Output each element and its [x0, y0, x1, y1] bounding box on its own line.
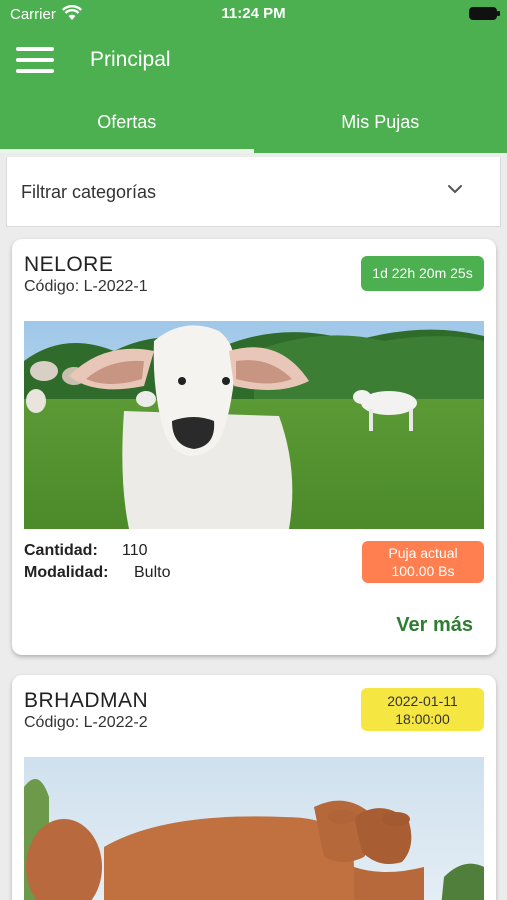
tab-bar: Ofertas Mis Pujas — [0, 92, 507, 153]
tab-mis-pujas[interactable]: Mis Pujas — [254, 92, 507, 153]
auction-time: 18:00:00 — [395, 711, 450, 727]
countdown-badge: 1d 22h 20m 25s — [361, 256, 484, 291]
current-bid-label: Puja actual — [388, 545, 458, 561]
offer-code: Código: L-2022-1 — [24, 278, 148, 295]
offer-name: BRHADMAN — [24, 689, 149, 712]
category-filter-select[interactable]: Filtrar categorías — [6, 157, 501, 227]
clock: 11:24 PM — [221, 5, 286, 22]
current-bid-badge: Puja actual 100.00 Bs — [362, 541, 484, 583]
chevron-down-icon — [448, 185, 462, 193]
auction-date: 2022-01-11 — [387, 693, 458, 709]
filter-label: Filtrar categorías — [21, 182, 157, 202]
status-bar: Carrier 11:24 PM — [0, 0, 507, 30]
offer-name: NELORE — [24, 253, 114, 276]
offer-code: Código: L-2022-2 — [24, 714, 148, 731]
offer-card[interactable]: BRHADMAN Código: L-2022-2 2022-01-11 18:… — [12, 675, 496, 900]
modality-row: Modalidad: Bulto — [24, 564, 170, 582]
quantity-value: 110 — [122, 542, 148, 559]
modality-value: Bulto — [134, 564, 171, 581]
modality-label: Modalidad: — [24, 564, 109, 581]
battery-icon — [469, 7, 500, 20]
hamburger-menu-icon[interactable] — [16, 47, 54, 73]
page-title: Principal — [90, 48, 171, 71]
quantity-row: Cantidad: 110 — [24, 542, 148, 560]
auction-date-badge: 2022-01-11 18:00:00 — [361, 688, 484, 731]
app-bar: Principal — [0, 30, 507, 92]
current-bid-value: 100.00 Bs — [391, 563, 455, 579]
cattle-photo — [24, 321, 484, 529]
offer-card[interactable]: NELORE Código: L-2022-1 1d 22h 20m 25s C… — [12, 239, 496, 655]
cattle-photo — [24, 757, 484, 900]
quantity-label: Cantidad: — [24, 542, 98, 559]
see-more-link[interactable]: Ver más — [396, 614, 473, 637]
tab-ofertas[interactable]: Ofertas — [0, 92, 254, 153]
